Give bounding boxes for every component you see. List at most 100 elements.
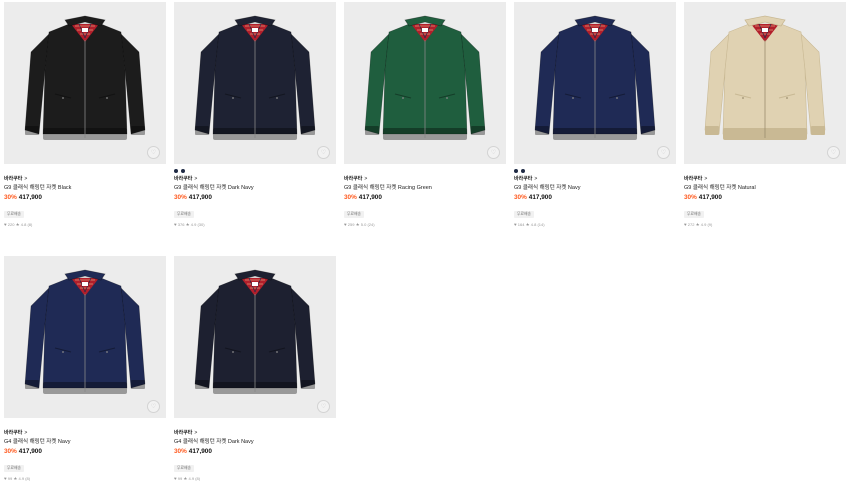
rating: 5.0 (24) bbox=[360, 222, 375, 227]
heart-icon: ♥ bbox=[174, 222, 177, 227]
star-icon: ★ bbox=[695, 222, 700, 227]
color-swatches bbox=[4, 423, 166, 428]
product-image[interactable]: ♡ bbox=[174, 2, 336, 164]
product-stats: ♥ 99 ★ 4.9 (8) bbox=[174, 476, 336, 482]
brand-link[interactable]: 바라쿠타 > bbox=[514, 176, 676, 183]
product-stats: ♥ 164 ★ 4.8 (14) bbox=[514, 222, 676, 228]
price-row: 30% 417,900 bbox=[174, 193, 336, 202]
brand-name: 바라쿠타 bbox=[174, 176, 193, 182]
chevron-right-icon: > bbox=[24, 176, 28, 182]
heart-outline-icon[interactable]: ♡ bbox=[827, 146, 840, 159]
brand-name: 바라쿠타 bbox=[4, 176, 23, 182]
color-swatch[interactable] bbox=[181, 169, 185, 173]
product-name[interactable]: G4 클래식 해링턴 자켓 Dark Navy bbox=[174, 438, 336, 446]
rating: 4.9 (8) bbox=[18, 476, 31, 481]
product-image[interactable]: ♡ bbox=[344, 2, 506, 164]
price-row: 30% 417,900 bbox=[684, 193, 846, 202]
chevron-right-icon: > bbox=[194, 430, 198, 436]
discount-rate: 30% bbox=[684, 194, 697, 201]
product-image[interactable]: ♡ bbox=[4, 256, 166, 418]
free-shipping-badge: 무료배송 bbox=[174, 211, 194, 218]
color-swatches bbox=[174, 169, 336, 174]
rating: 4.9 (8) bbox=[188, 476, 201, 481]
product-card[interactable]: ♡ 바라쿠타 > G9 클래식 해링턴 자켓 Racing Green 30% 41… bbox=[344, 2, 506, 228]
discount-rate: 30% bbox=[514, 194, 527, 201]
product-card[interactable]: ♡ 바라쿠타 > G9 클래식 해링턴 자켓 Navy 30% 417,900 무료… bbox=[514, 2, 676, 228]
product-name[interactable]: G9 클래식 해링턴 자켓 Navy bbox=[514, 184, 676, 192]
product-card[interactable]: ♡ 바라쿠타 > G9 클래식 해링턴 자켓 Black 30% 417,900 무… bbox=[4, 2, 166, 228]
heart-outline-icon[interactable]: ♡ bbox=[657, 146, 670, 159]
chevron-right-icon: > bbox=[364, 176, 368, 182]
color-swatch[interactable] bbox=[174, 169, 178, 173]
jacket-image bbox=[24, 15, 146, 140]
product-image[interactable]: ♡ bbox=[514, 2, 676, 164]
heart-outline-icon[interactable]: ♡ bbox=[147, 146, 160, 159]
product-name[interactable]: G9 클래식 해링턴 자켓 Black bbox=[4, 184, 166, 192]
star-icon: ★ bbox=[185, 222, 190, 227]
brand-name: 바라쿠타 bbox=[344, 176, 363, 182]
product-image[interactable]: ♡ bbox=[174, 256, 336, 418]
color-swatches bbox=[344, 169, 506, 174]
star-icon: ★ bbox=[355, 222, 360, 227]
product-name[interactable]: G9 클래식 해링턴 자켓 Dark Navy bbox=[174, 184, 336, 192]
heart-outline-icon[interactable]: ♡ bbox=[487, 146, 500, 159]
rating: 4.8 (8) bbox=[20, 222, 33, 227]
brand-link[interactable]: 바라쿠타 > bbox=[4, 176, 166, 183]
discount-rate: 30% bbox=[4, 448, 17, 455]
price-row: 30% 417,900 bbox=[4, 193, 166, 202]
heart-icon: ♥ bbox=[514, 222, 517, 227]
heart-outline-icon[interactable]: ♡ bbox=[317, 146, 330, 159]
jacket-image bbox=[194, 15, 316, 140]
brand-link[interactable]: 바라쿠타 > bbox=[4, 430, 166, 437]
free-shipping-badge: 무료배송 bbox=[514, 211, 534, 218]
heart-outline-icon[interactable]: ♡ bbox=[317, 400, 330, 413]
brand-name: 바라쿠타 bbox=[174, 430, 193, 436]
chevron-right-icon: > bbox=[534, 176, 538, 182]
brand-link[interactable]: 바라쿠타 > bbox=[174, 176, 336, 183]
product-card[interactable]: ♡ 바라쿠타 > G4 클래식 해링턴 자켓 Dark Navy 30% 417,9… bbox=[174, 256, 336, 482]
rating: 4.9 (30) bbox=[190, 222, 205, 227]
product-card[interactable]: ♡ 바라쿠타 > G4 클래식 해링턴 자켓 Navy 30% 417,900 무료… bbox=[4, 256, 166, 482]
heart-icon: ♥ bbox=[174, 476, 177, 481]
like-count: 99 bbox=[177, 476, 183, 481]
product-card[interactable]: ♡ 바라쿠타 > G9 클래식 해링턴 자켓 Natural 30% 417,900… bbox=[684, 2, 846, 228]
heart-outline-icon[interactable]: ♡ bbox=[147, 400, 160, 413]
product-stats: ♥ 272 ★ 4.9 (9) bbox=[684, 222, 846, 228]
sale-price: 417,900 bbox=[528, 194, 552, 201]
brand-name: 바라쿠타 bbox=[684, 176, 703, 182]
sale-price: 417,900 bbox=[698, 194, 722, 201]
jacket-image bbox=[534, 15, 656, 140]
discount-rate: 30% bbox=[4, 194, 17, 201]
product-image[interactable]: ♡ bbox=[684, 2, 846, 164]
price-row: 30% 417,900 bbox=[344, 193, 506, 202]
rating: 4.9 (9) bbox=[700, 222, 713, 227]
sale-price: 417,900 bbox=[18, 194, 42, 201]
discount-rate: 30% bbox=[174, 194, 187, 201]
brand-name: 바라쿠타 bbox=[514, 176, 533, 182]
chevron-right-icon: > bbox=[704, 176, 708, 182]
brand-link[interactable]: 바라쿠타 > bbox=[344, 176, 506, 183]
star-icon: ★ bbox=[183, 476, 188, 481]
product-stats: ♥ 376 ★ 4.9 (30) bbox=[174, 222, 336, 228]
free-shipping-badge: 무료배송 bbox=[174, 465, 194, 472]
sale-price: 417,900 bbox=[188, 194, 212, 201]
brand-link[interactable]: 바라쿠타 > bbox=[174, 430, 336, 437]
star-icon: ★ bbox=[525, 222, 530, 227]
price-row: 30% 417,900 bbox=[514, 193, 676, 202]
sale-price: 417,900 bbox=[358, 194, 382, 201]
sale-price: 417,900 bbox=[188, 448, 212, 455]
free-shipping-badge: 무료배송 bbox=[344, 211, 364, 218]
sale-price: 417,900 bbox=[18, 448, 42, 455]
color-swatch[interactable] bbox=[521, 169, 525, 173]
like-count: 272 bbox=[687, 222, 695, 227]
product-name[interactable]: G4 클래식 해링턴 자켓 Navy bbox=[4, 438, 166, 446]
product-name[interactable]: G9 클래식 해링턴 자켓 Natural bbox=[684, 184, 846, 192]
brand-link[interactable]: 바라쿠타 > bbox=[684, 176, 846, 183]
product-stats: ♥ 220 ★ 4.8 (8) bbox=[4, 222, 166, 228]
product-name[interactable]: G9 클래식 해링턴 자켓 Racing Green bbox=[344, 184, 506, 192]
product-card[interactable]: ♡ 바라쿠타 > G9 클래식 해링턴 자켓 Dark Navy 30% 417,9… bbox=[174, 2, 336, 228]
product-image[interactable]: ♡ bbox=[4, 2, 166, 164]
color-swatch[interactable] bbox=[514, 169, 518, 173]
product-stats: ♥ 99 ★ 4.9 (8) bbox=[4, 476, 166, 482]
chevron-right-icon: > bbox=[194, 176, 198, 182]
